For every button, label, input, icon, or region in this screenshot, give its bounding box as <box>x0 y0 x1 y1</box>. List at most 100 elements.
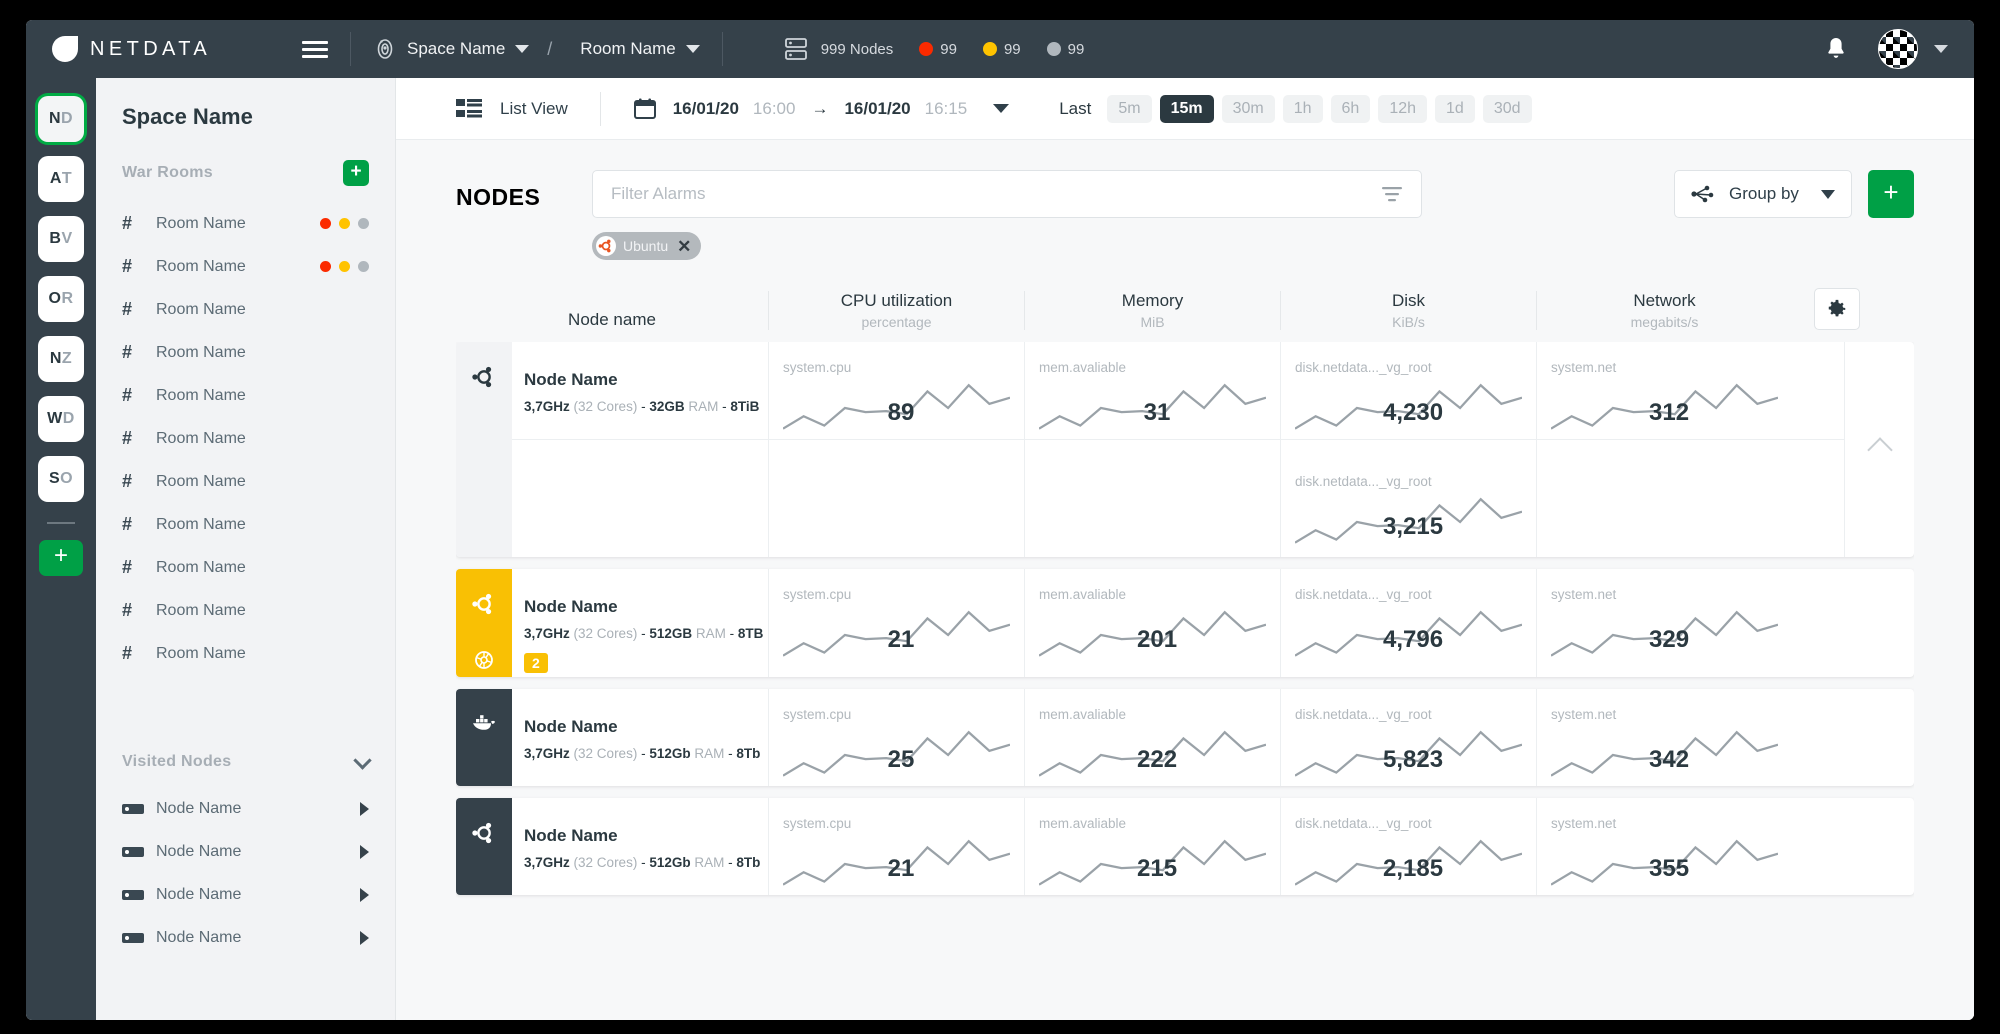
column-header-node-name[interactable]: Node name <box>456 310 768 330</box>
date-range-picker[interactable]: 16/01/20 16:00 → 16/01/20 16:15 <box>633 97 1009 121</box>
sidebar-item-node[interactable]: Node Name <box>96 916 395 959</box>
sidebar-item-room[interactable]: # Room Name <box>96 331 395 374</box>
sidebar-item-room[interactable]: # Room Name <box>96 374 395 417</box>
sidebar-item-room[interactable]: # Room Name <box>96 202 395 245</box>
visited-nodes-header[interactable]: Visited Nodes <box>96 753 395 771</box>
space-avatar-wd[interactable]: WD <box>38 396 84 442</box>
range-30m[interactable]: 30m <box>1222 95 1275 123</box>
range-1h[interactable]: 1h <box>1283 95 1323 123</box>
table-row[interactable]: Node Name 3,7GHz (32 Cores) - 512Gb RAM … <box>456 689 1914 786</box>
chevron-down-icon[interactable] <box>353 751 371 769</box>
chevron-down-icon[interactable] <box>1934 45 1948 53</box>
filters-bar: NODES <box>396 170 1974 260</box>
sidebar-item-room[interactable]: # Room Name <box>96 245 395 288</box>
cell-cpu[interactable]: system.cpu 25 <box>768 689 1024 786</box>
add-filter-button[interactable]: + <box>1868 170 1914 218</box>
node-ram-label: RAM <box>688 399 718 414</box>
close-icon[interactable]: ✕ <box>677 238 691 255</box>
sparkline: 89 <box>783 377 1010 439</box>
cell-cpu[interactable]: system.cpu 21 <box>768 798 1024 895</box>
add-space-button[interactable]: + <box>39 540 83 576</box>
room-label: Room Name <box>156 559 246 577</box>
chevron-down-icon[interactable] <box>1821 190 1835 199</box>
chevron-down-icon[interactable] <box>993 104 1009 113</box>
cell-memory[interactable]: mem.avaliable 201 <box>1024 569 1280 677</box>
column-title: CPU utilization <box>841 291 953 310</box>
sidebar-item-room[interactable]: # Room Name <box>96 460 395 503</box>
row-collapse-toggle[interactable] <box>1844 342 1914 557</box>
space-avatar-nz[interactable]: NZ <box>38 336 84 382</box>
space-avatar-at[interactable]: AT <box>38 156 84 202</box>
user-avatar[interactable] <box>1878 29 1918 69</box>
cell-network[interactable]: system.net 329 <box>1536 569 1792 677</box>
chevron-right-icon[interactable] <box>360 888 369 902</box>
sidebar-item-node[interactable]: Node Name <box>96 873 395 916</box>
cell-memory[interactable]: mem.avaliable 215 <box>1024 798 1280 895</box>
cell-disk-sub[interactable]: disk.netdata..._vg_root 3,215 <box>1280 440 1536 557</box>
table-settings-button[interactable] <box>1814 288 1860 330</box>
chevron-down-icon[interactable] <box>686 45 700 53</box>
chevron-right-icon[interactable] <box>360 845 369 859</box>
add-war-room-button[interactable]: + <box>343 160 369 186</box>
range-12h[interactable]: 12h <box>1378 95 1427 123</box>
node-label: Node Name <box>156 929 241 947</box>
cell-cpu[interactable]: system.cpu 21 <box>768 569 1024 677</box>
node-name: Node Name <box>524 717 768 737</box>
sidebar-item-room[interactable]: # Room Name <box>96 546 395 589</box>
room-picker[interactable]: Room Name <box>570 39 699 59</box>
space-avatar-so[interactable]: SO <box>38 456 84 502</box>
sidebar-item-room[interactable]: # Room Name <box>96 632 395 675</box>
column-header-memory[interactable]: Memory MiB <box>1024 291 1280 330</box>
range-6h[interactable]: 6h <box>1331 95 1371 123</box>
table-row[interactable]: Node Name 3,7GHz (32 Cores) - 512GB RAM … <box>456 569 1914 677</box>
filter-icon[interactable] <box>1381 185 1403 203</box>
table-row[interactable]: Node Name 3,7GHz (32 Cores) - 32GB RAM -… <box>456 342 1914 557</box>
sidebar-item-node[interactable]: Node Name <box>96 830 395 873</box>
chevron-up-icon[interactable] <box>1867 437 1892 462</box>
chevron-right-icon[interactable] <box>360 802 369 816</box>
cell-disk[interactable]: disk.netdata..._vg_root 2,185 <box>1280 798 1536 895</box>
range-30d[interactable]: 30d <box>1483 95 1532 123</box>
sidebar-item-room[interactable]: # Room Name <box>96 417 395 460</box>
cell-disk[interactable]: disk.netdata..._vg_root 4,230 <box>1280 342 1536 439</box>
chevron-right-icon[interactable] <box>360 931 369 945</box>
table-row[interactable]: Node Name 3,7GHz (32 Cores) - 512Gb RAM … <box>456 798 1914 895</box>
chevron-down-icon[interactable] <box>515 45 529 53</box>
cell-cpu[interactable]: system.cpu 89 <box>768 342 1024 439</box>
active-filter-chips: Ubuntu ✕ <box>592 232 1422 260</box>
column-header-cpu[interactable]: CPU utilization percentage <box>768 291 1024 330</box>
space-avatar-bv[interactable]: BV <box>38 216 84 262</box>
cell-network[interactable]: system.net 342 <box>1536 689 1792 786</box>
spaces-rail: ND AT BV OR NZ WD SO + <box>26 78 96 1020</box>
bell-icon[interactable] <box>1824 36 1848 62</box>
space-avatar-nd[interactable]: ND <box>38 96 84 142</box>
space-picker[interactable]: Space Name <box>373 37 529 61</box>
list-view-button[interactable]: List View <box>396 98 568 120</box>
cell-disk[interactable]: disk.netdata..._vg_root 4,796 <box>1280 569 1536 677</box>
cell-network[interactable]: system.net 312 <box>1536 342 1792 439</box>
group-by-dropdown[interactable]: Group by <box>1674 170 1852 218</box>
range-15m[interactable]: 15m <box>1160 95 1214 123</box>
cell-disk[interactable]: disk.netdata..._vg_root 5,823 <box>1280 689 1536 786</box>
sidebar-item-node[interactable]: Node Name <box>96 787 395 830</box>
range-5m[interactable]: 5m <box>1107 95 1151 123</box>
cell-network[interactable]: system.net 355 <box>1536 798 1792 895</box>
range-arrow-icon: → <box>811 99 828 119</box>
filter-alarms-box[interactable] <box>592 170 1422 218</box>
sidebar-item-room[interactable]: # Room Name <box>96 288 395 331</box>
warning-dot-icon <box>983 42 997 56</box>
metric-label: disk.netdata..._vg_root <box>1295 474 1522 489</box>
cell-memory[interactable]: mem.avaliable 222 <box>1024 689 1280 786</box>
metric-value: 25 <box>888 746 915 774</box>
sidebar-item-room[interactable]: # Room Name <box>96 589 395 632</box>
brand-logo[interactable]: NETDATA <box>26 36 276 62</box>
filter-chip-ubuntu[interactable]: Ubuntu ✕ <box>592 232 701 260</box>
range-1d[interactable]: 1d <box>1435 95 1475 123</box>
column-header-disk[interactable]: Disk KiB/s <box>1280 291 1536 330</box>
sidebar-item-room[interactable]: # Room Name <box>96 503 395 546</box>
filter-alarms-input[interactable] <box>611 184 1371 204</box>
cell-memory[interactable]: mem.avaliable 31 <box>1024 342 1280 439</box>
column-header-network[interactable]: Network megabits/s <box>1536 291 1792 330</box>
space-avatar-or[interactable]: OR <box>38 276 84 322</box>
hamburger-icon[interactable] <box>302 37 328 62</box>
